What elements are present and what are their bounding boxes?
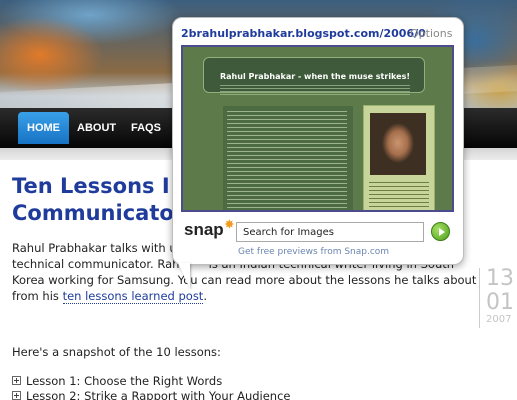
post-date-day: 13 xyxy=(486,266,514,291)
preview-subtitle xyxy=(220,85,410,97)
lesson-item[interactable]: Lesson 1: Choose the Right Words xyxy=(12,373,222,389)
ten-lessons-link[interactable]: ten lessons learned post xyxy=(62,289,204,304)
site-preview-thumbnail[interactable]: Rahul Prabhakar - when the muse strikes! xyxy=(181,45,454,212)
popup-pointer xyxy=(178,263,190,289)
post-title[interactable]: Ten Lessons I Communicato xyxy=(12,173,182,227)
post-title-line-1[interactable]: Ten Lessons I xyxy=(12,174,170,198)
lesson-label: Lesson 1: Choose the Right Words xyxy=(26,374,223,388)
snap-logo[interactable]: snap✸ xyxy=(184,219,234,240)
nav-faqs[interactable]: FAQS xyxy=(122,112,170,144)
intro-text-end: . xyxy=(203,289,207,303)
nav-about[interactable]: ABOUT xyxy=(68,112,125,144)
lesson-item[interactable]: Lesson 2: Strike a Rapport with Your Aud… xyxy=(12,388,291,400)
search-go-button[interactable] xyxy=(431,222,450,241)
expand-plus-icon[interactable] xyxy=(12,391,21,400)
image-search-input[interactable]: Search for Images xyxy=(236,222,424,242)
snap-footer-link[interactable]: Get free previews from Snap.com xyxy=(238,247,389,257)
preview-url[interactable]: 2brahulprabhakar.blogspot.com/2006/0 xyxy=(181,27,426,40)
post-title-line-2[interactable]: Communicato xyxy=(12,201,174,225)
post-date-month: 01 xyxy=(486,290,514,315)
options-link[interactable]: Options xyxy=(410,27,452,40)
snap-logo-text: snap xyxy=(184,220,224,239)
snap-star-icon: ✸ xyxy=(224,219,234,231)
post-date: 13 01 2007 xyxy=(479,268,517,328)
post-date-year: 2007 xyxy=(486,314,512,325)
preview-sidebar-lines xyxy=(369,182,429,210)
lessons-intro: Here's a snapshot of the 10 lessons: xyxy=(12,345,221,359)
expand-plus-icon[interactable] xyxy=(12,376,21,385)
preview-text-lines xyxy=(227,111,347,210)
lesson-label: Lesson 2: Strike a Rapport with Your Aud… xyxy=(26,389,291,400)
preview-profile-photo xyxy=(370,113,426,175)
nav-home[interactable]: HOME xyxy=(18,112,69,144)
preview-blog-title: Rahul Prabhakar - when the muse strikes! xyxy=(220,72,410,81)
intro-text-a: Rahul Prabhakar talks with us xyxy=(12,241,183,255)
